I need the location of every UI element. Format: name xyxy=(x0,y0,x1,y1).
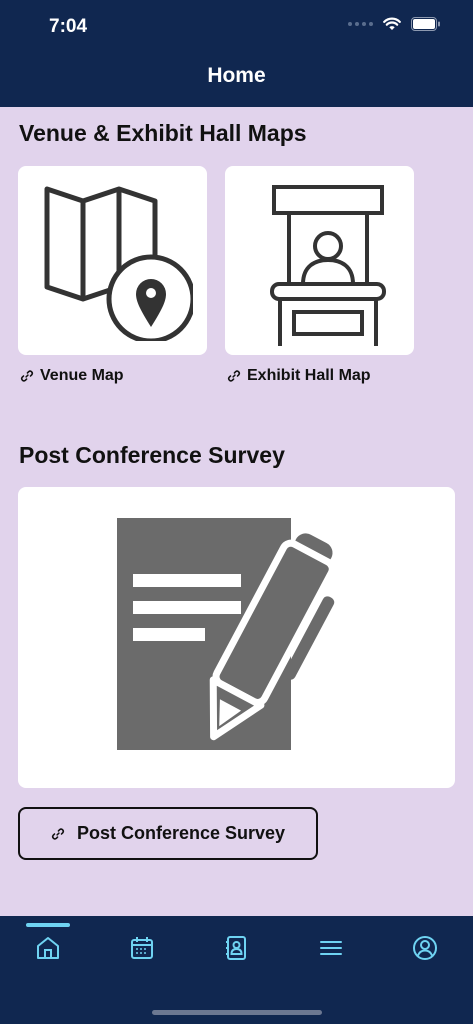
venue-map-card[interactable] xyxy=(18,166,207,355)
cellular-signal-icon xyxy=(348,22,373,26)
contacts-icon xyxy=(226,936,246,960)
status-time: 7:04 xyxy=(49,16,88,37)
active-tab-indicator xyxy=(26,923,70,927)
tab-contacts[interactable] xyxy=(222,934,250,962)
exhibit-hall-map-card[interactable] xyxy=(225,166,414,355)
home-indicator[interactable] xyxy=(152,1010,322,1015)
profile-icon xyxy=(413,936,437,960)
exhibit-booth-icon xyxy=(269,184,386,346)
link-icon xyxy=(227,370,241,382)
document-pen-icon xyxy=(116,517,336,750)
post-conference-survey-button[interactable]: Post Conference Survey xyxy=(18,807,318,860)
battery-icon xyxy=(411,17,440,31)
tab-schedule[interactable] xyxy=(128,934,156,962)
survey-card[interactable] xyxy=(18,487,455,788)
survey-button-label: Post Conference Survey xyxy=(76,823,286,843)
bottom-tab-bar xyxy=(0,916,473,1024)
wifi-icon xyxy=(383,17,401,30)
tab-menu[interactable] xyxy=(317,934,345,962)
home-icon xyxy=(37,937,59,959)
app-header: 7:04 Home xyxy=(0,0,473,107)
survey-section-title: Post Conference Survey xyxy=(19,442,285,468)
link-icon xyxy=(20,370,34,382)
app-root: 7:04 Home Venue & Exhibit Hall Maps Venu… xyxy=(0,0,473,1024)
menu-icon xyxy=(320,941,342,955)
status-icons xyxy=(348,17,441,31)
maps-section-title: Venue & Exhibit Hall Maps xyxy=(19,120,307,146)
exhibit-hall-map-link[interactable]: Exhibit Hall Map xyxy=(227,367,371,385)
tab-home[interactable] xyxy=(34,934,62,962)
venue-map-label: Venue Map xyxy=(40,367,124,384)
exhibit-hall-map-label: Exhibit Hall Map xyxy=(247,367,371,384)
tab-profile[interactable] xyxy=(411,934,439,962)
page-title: Home xyxy=(207,64,266,87)
map-pin-icon xyxy=(44,186,193,341)
calendar-icon xyxy=(131,937,153,959)
link-icon xyxy=(51,827,64,840)
venue-map-link[interactable]: Venue Map xyxy=(20,367,124,385)
